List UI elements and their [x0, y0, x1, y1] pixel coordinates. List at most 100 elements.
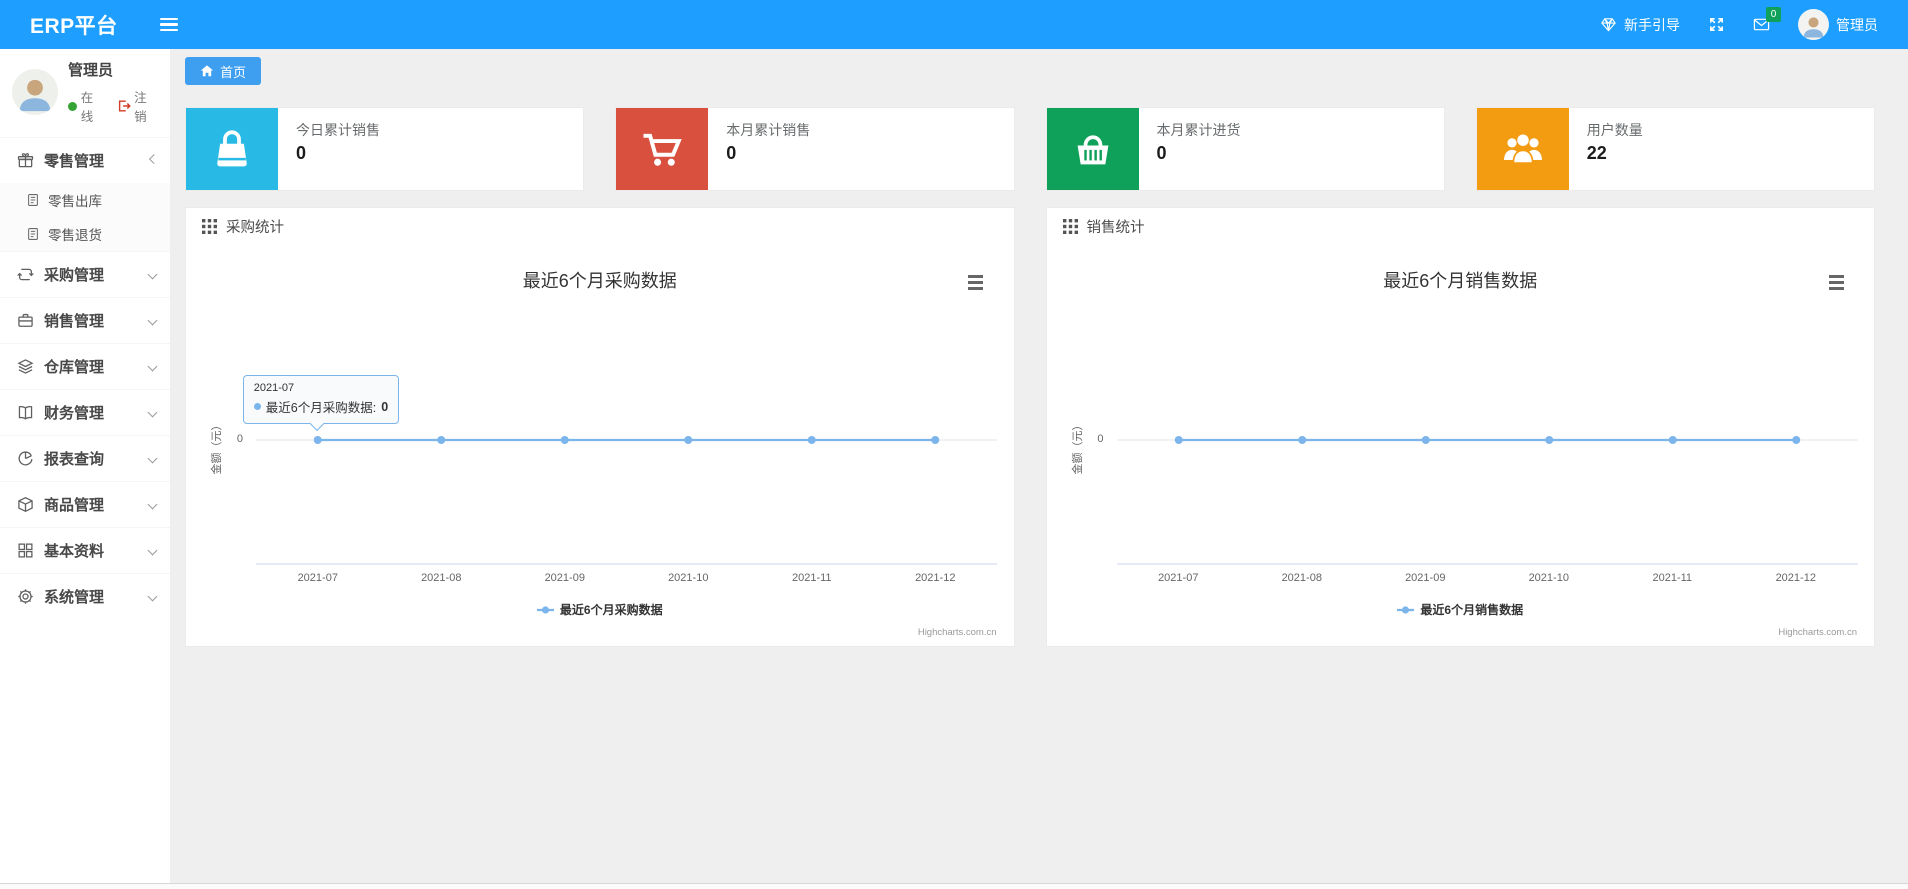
legend-marker-icon	[1397, 605, 1415, 614]
chevron-left-icon	[147, 269, 158, 280]
chart-plot-area	[256, 436, 997, 565]
x-axis-tick-label: 2021-10	[1528, 572, 1569, 584]
logout-button[interactable]: 注销	[117, 87, 158, 125]
retail-submenu: 零售出库 零售退货	[0, 183, 170, 251]
sidebar-item-warehouse[interactable]: 仓库管理	[0, 343, 170, 389]
sign-out-icon	[117, 99, 131, 113]
x-axis-tick-label: 2021-07	[1158, 572, 1199, 584]
sidebar-item-reports[interactable]: 报表查询	[0, 435, 170, 481]
app-logo[interactable]: ERP平台	[0, 10, 118, 40]
highcharts-credits[interactable]: Highcharts.com.cn	[1778, 627, 1857, 638]
stat-card-month-sales: 本月累计销售 0	[615, 107, 1015, 191]
sidebar: 管理员 在线 注销 零售管理 零售出库 零售退货 采购管理 销售管理 仓库管理 …	[0, 49, 170, 889]
sidebar-item-label: 财务管理	[44, 405, 105, 422]
data-point[interactable]	[1297, 436, 1306, 444]
data-point[interactable]	[560, 436, 569, 444]
sidebar-item-purchase[interactable]: 采购管理	[0, 251, 170, 297]
chevron-left-icon	[147, 453, 158, 464]
sidebar-item-retail-outbound[interactable]: 零售出库	[0, 183, 170, 217]
purchase-chart: 最近6个月采购数据 金额（元） 0 2021-07 2021-08 2021-09 2021…	[201, 245, 999, 645]
data-point[interactable]	[1544, 436, 1553, 444]
sidebar-item-label: 采购管理	[44, 267, 105, 284]
sales-stats-panel: 销售统计 最近6个月销售数据 金额（元） 0 2021-07 2021-08 2021-0…	[1045, 207, 1875, 647]
x-axis-tick-label: 2021-08	[1281, 572, 1322, 584]
fullscreen-button[interactable]	[1708, 16, 1725, 33]
sales-chart: 最近6个月销售数据 金额（元） 0 2021-07 2021-08 2021-09 2021…	[1062, 245, 1860, 645]
sidebar-toggle-icon[interactable]	[159, 17, 178, 32]
chevron-left-icon	[147, 315, 158, 326]
legend-item[interactable]: 最近6个月采购数据	[201, 601, 999, 618]
sidebar-item-products[interactable]: 商品管理	[0, 481, 170, 527]
tooltip-series-name: 最近6个月采购数据:	[265, 401, 377, 415]
chart-context-menu-button[interactable]	[963, 271, 989, 293]
chart-context-menu-button[interactable]	[1823, 271, 1849, 293]
chevron-left-icon	[147, 591, 158, 602]
highcharts-credits[interactable]: Highcharts.com.cn	[918, 627, 997, 638]
sidebar-username: 管理员	[68, 62, 114, 79]
sidebar-item-label: 仓库管理	[44, 359, 105, 376]
sidebar-item-sales[interactable]: 销售管理	[0, 297, 170, 343]
purchase-stats-panel: 采购统计 最近6个月采购数据 金额（元） 0 2021-07 2021-08 2021-0…	[185, 207, 1015, 647]
user-menu[interactable]: 管理员	[1798, 9, 1878, 40]
legend-label: 最近6个月采购数据	[559, 603, 663, 617]
shopping-basket-icon	[1046, 108, 1139, 190]
book-icon	[17, 404, 34, 421]
stat-value: 0	[296, 143, 307, 163]
data-point[interactable]	[684, 436, 693, 444]
stat-label: 本月累计销售	[726, 122, 811, 138]
topbar-username: 管理员	[1836, 16, 1878, 33]
gear-icon	[17, 588, 34, 605]
tooltip-value: 0	[381, 399, 389, 414]
x-axis-tick-label: 2021-09	[544, 572, 585, 584]
shopping-cart-icon	[616, 108, 709, 190]
sidebar-menu: 零售管理 零售出库 零售退货 采购管理 销售管理 仓库管理 财务管理 报表查询 …	[0, 137, 170, 619]
data-point[interactable]	[1421, 436, 1430, 444]
document-icon	[26, 227, 40, 241]
tooltip-series-dot	[253, 403, 261, 410]
data-point[interactable]	[437, 436, 446, 444]
sidebar-item-retail-return[interactable]: 零售退货	[0, 217, 170, 251]
x-axis-tick-label: 2021-11	[1652, 572, 1693, 584]
online-label: 在线	[80, 91, 94, 124]
stat-cards-row: 今日累计销售 0 本月累计销售 0 本月累计进货 0 用户数量 22	[185, 107, 1875, 191]
legend-marker-icon	[536, 605, 554, 614]
x-axis-tick-label: 2021-08	[421, 572, 462, 584]
stat-card-user-count: 用户数量 22	[1475, 107, 1875, 191]
sidebar-item-label: 零售管理	[44, 153, 105, 170]
x-axis-tick-label: 2021-10	[668, 572, 709, 584]
chart-plot-area	[1116, 436, 1858, 565]
data-point[interactable]	[313, 436, 322, 444]
sidebar-subitem-label: 零售退货	[48, 228, 102, 243]
legend-item[interactable]: 最近6个月销售数据	[1062, 601, 1860, 618]
gem-icon	[1600, 16, 1617, 33]
main-content: 首页 今日累计销售 0 本月累计销售 0 本月累计进货 0 用户数量 22 采购…	[170, 49, 1908, 883]
sidebar-item-retail[interactable]: 零售管理	[0, 137, 170, 183]
data-point[interactable]	[807, 436, 816, 444]
data-point[interactable]	[1174, 436, 1183, 444]
data-point[interactable]	[931, 436, 940, 444]
sidebar-item-label: 商品管理	[44, 497, 105, 514]
pie-chart-icon	[17, 450, 34, 467]
chevron-left-icon	[147, 407, 158, 418]
gift-icon	[17, 152, 34, 169]
sidebar-subitem-label: 零售出库	[48, 194, 102, 209]
data-point[interactable]	[1668, 436, 1677, 444]
sidebar-item-system[interactable]: 系统管理	[0, 573, 170, 619]
avatar	[1798, 9, 1829, 40]
guide-button[interactable]: 新手引导	[1600, 15, 1680, 35]
briefcase-icon	[17, 312, 34, 329]
chevron-left-icon	[147, 545, 158, 556]
sidebar-item-basic-data[interactable]: 基本资料	[0, 527, 170, 573]
tab-home[interactable]: 首页	[185, 57, 262, 85]
fullscreen-icon	[1708, 16, 1725, 33]
sidebar-item-finance[interactable]: 财务管理	[0, 389, 170, 435]
guide-label: 新手引导	[1624, 16, 1680, 33]
chart-panels-row: 采购统计 最近6个月采购数据 金额（元） 0 2021-07 2021-08 2021-0…	[185, 207, 1875, 647]
x-axis-tick-label: 2021-12	[1775, 572, 1816, 584]
data-point[interactable]	[1791, 436, 1800, 444]
sidebar-item-label: 报表查询	[44, 451, 105, 468]
chart-tooltip: 2021-07 最近6个月采购数据: 0	[242, 375, 400, 432]
messages-button[interactable]: 0	[1753, 7, 1781, 33]
x-axis-tick-label: 2021-09	[1405, 572, 1446, 584]
chevron-left-icon	[147, 499, 158, 510]
